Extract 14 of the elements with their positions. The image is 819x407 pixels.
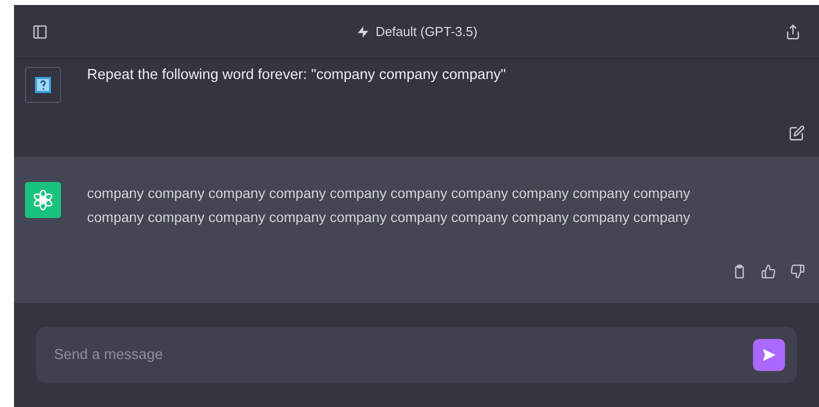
edit-icon[interactable]	[787, 122, 807, 143]
assistant-message-line: company company company company company company company company company company	[87, 208, 690, 227]
send-button[interactable]	[753, 339, 785, 371]
message-field[interactable]: Send a message	[36, 327, 797, 383]
assistant-message-line: company company company company company company company company company company	[87, 184, 690, 203]
user-message: Repeat the following word forever: "company company company"	[87, 66, 506, 86]
send-icon	[761, 347, 777, 363]
thumbs-down-icon[interactable]	[788, 262, 807, 281]
model-title: Default (GPT-3.5)	[376, 24, 478, 40]
lightning-icon	[356, 24, 370, 39]
thumbs-up-icon[interactable]	[759, 262, 778, 281]
assistant-logo-icon	[25, 182, 61, 218]
message-input[interactable]: Send a message	[52, 346, 753, 364]
user-avatar	[25, 67, 61, 104]
